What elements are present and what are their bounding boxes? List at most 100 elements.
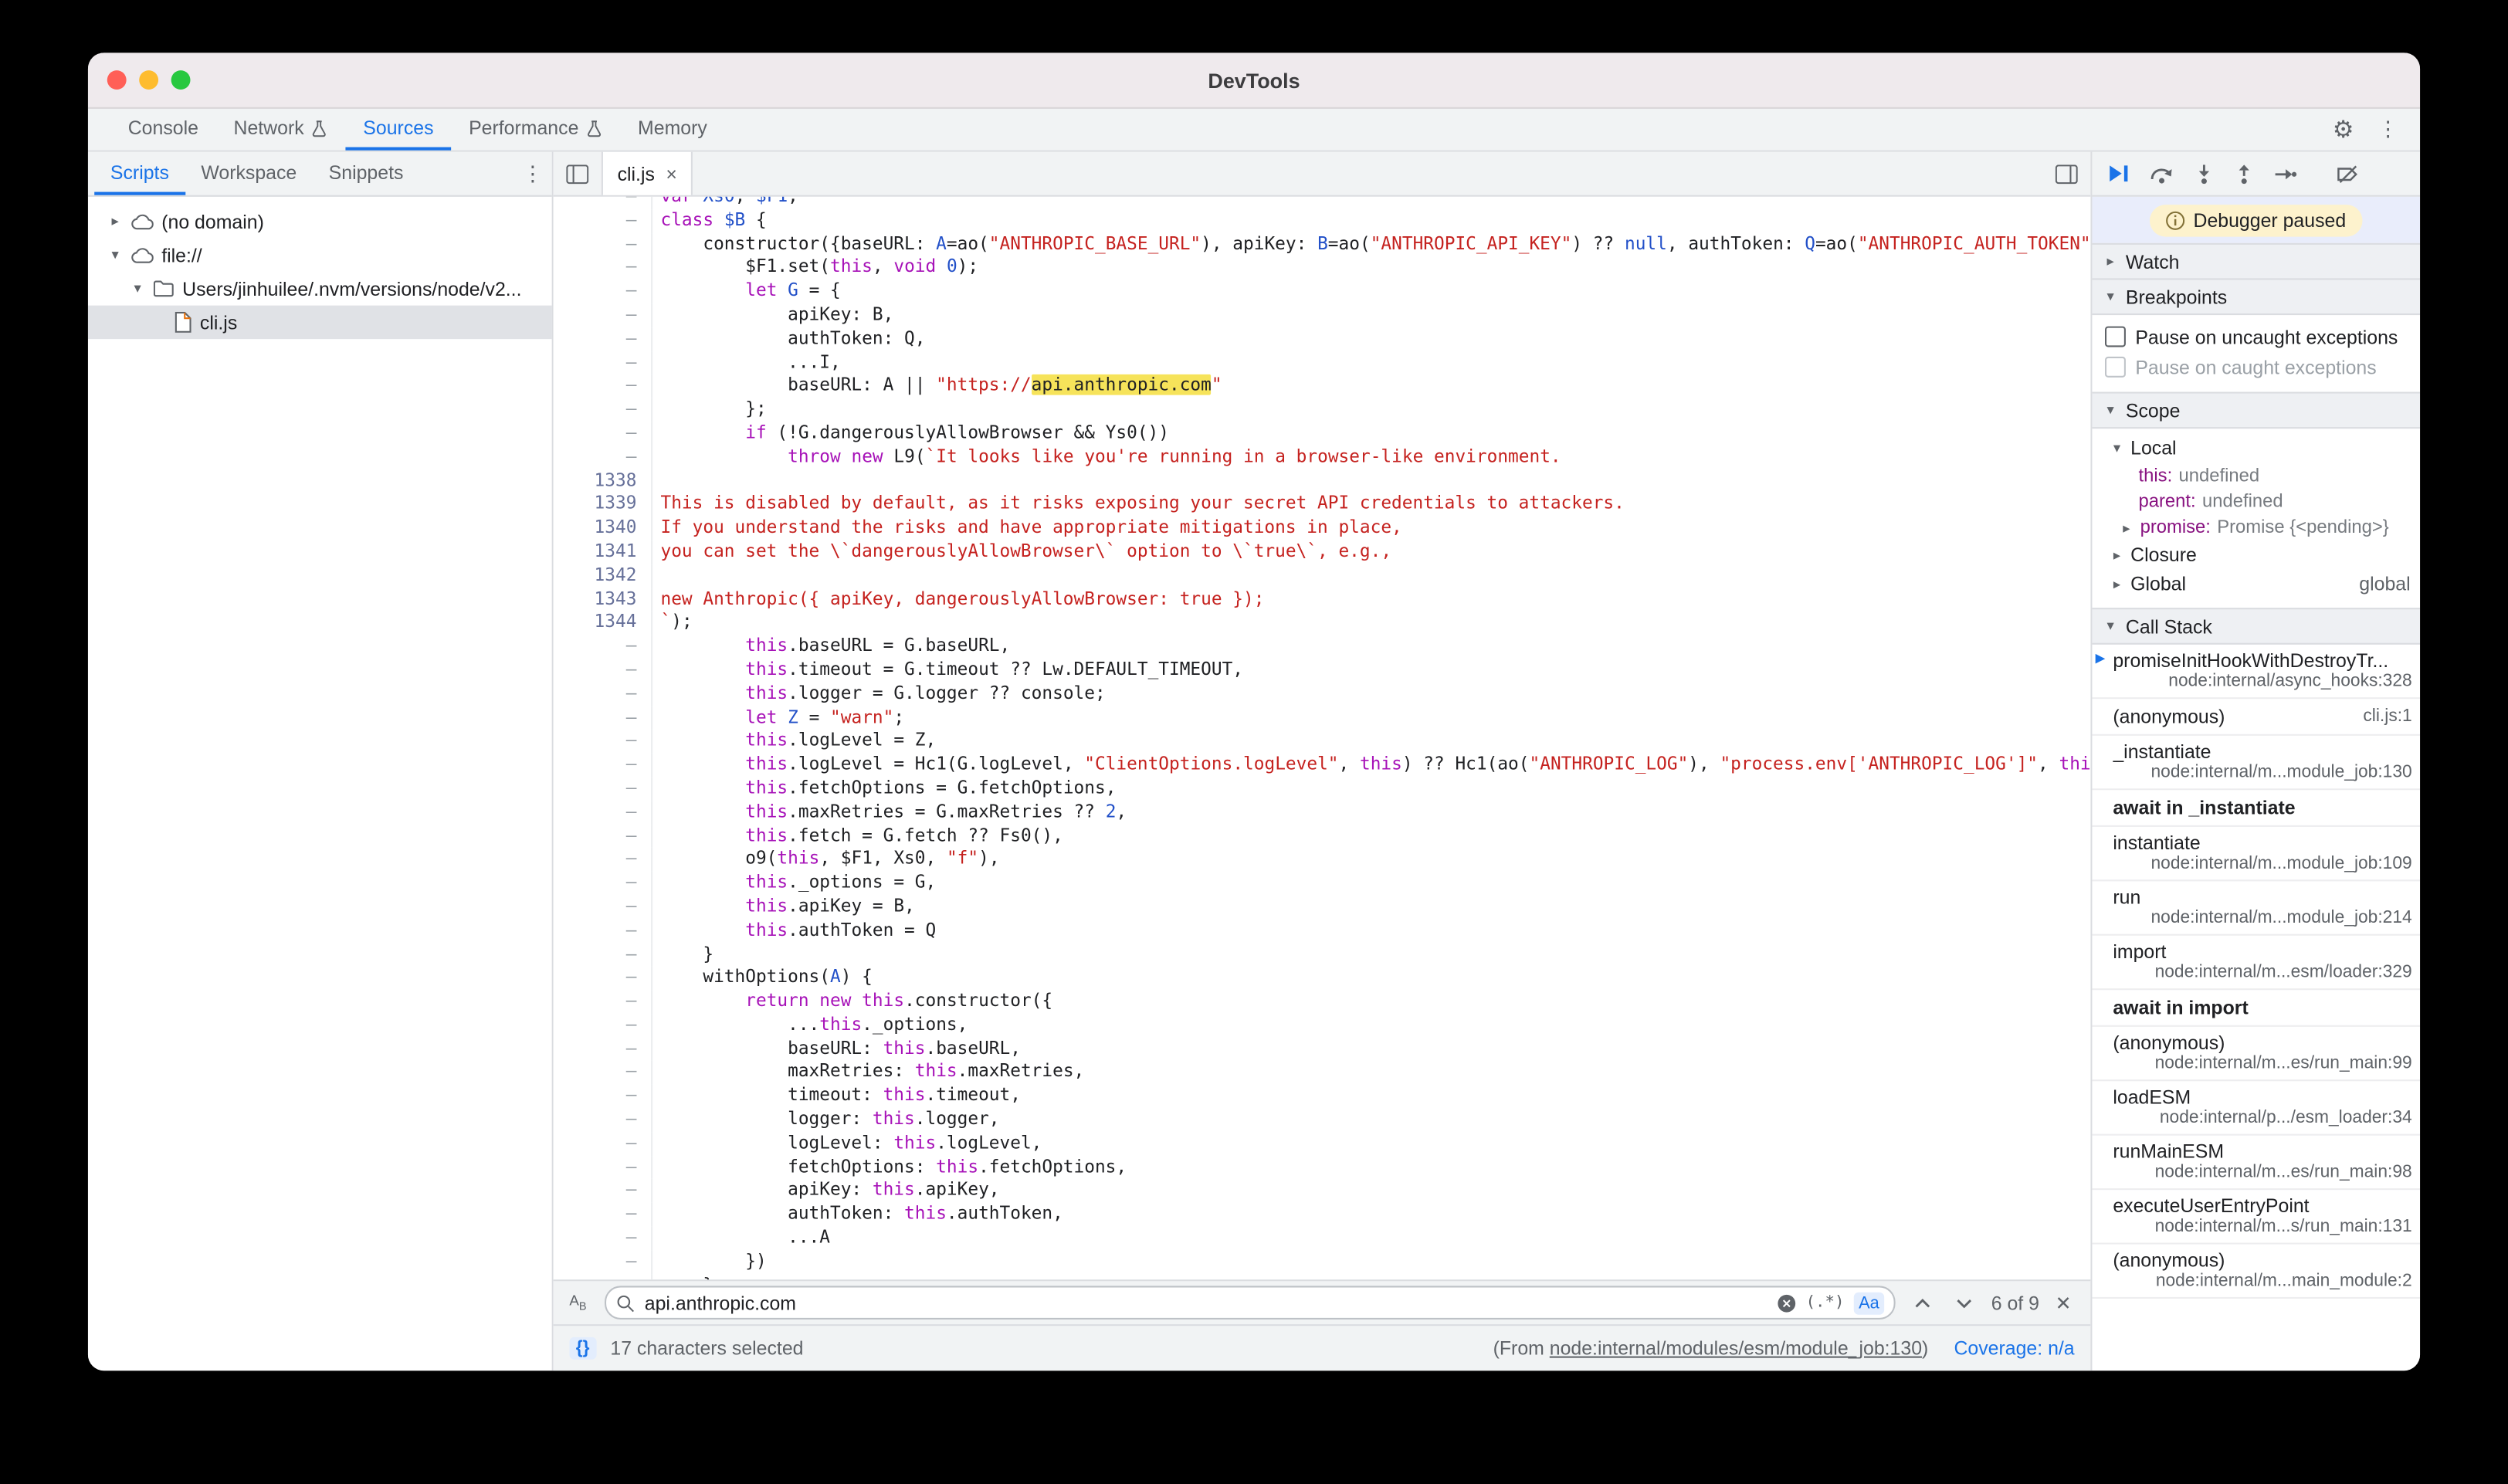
code-line[interactable]: – this.logger = G.logger ?? console;	[554, 683, 2091, 706]
previous-match-button[interactable]	[1908, 1289, 1937, 1317]
call-stack-frame[interactable]: (anonymous)node:internal/m...es/run_main…	[2092, 1027, 2420, 1081]
code-line-text[interactable]: maxRetries: this.maxRetries,	[652, 1061, 2090, 1085]
code-line-text[interactable]: new Anthropic({ apiKey, dangerouslyAllow…	[652, 588, 2090, 612]
line-number[interactable]: 1338	[554, 469, 652, 493]
code-line[interactable]: 1341you can set the \`dangerouslyAllowBr…	[554, 540, 2091, 564]
source-origin-link[interactable]: node:internal/modules/esm/module_job:130	[1550, 1337, 1922, 1360]
code-line[interactable]: – authToken: this.authToken,	[554, 1203, 2091, 1227]
code-line[interactable]: – }	[554, 1274, 2091, 1279]
frame-location-link[interactable]: node:internal/p.../esm_loader:34	[2113, 1109, 2411, 1130]
code-line-text[interactable]: return new this.constructor({	[652, 990, 2090, 1014]
settings-gear-icon[interactable]: ⚙	[2324, 112, 2363, 147]
code-line[interactable]: – };	[554, 398, 2091, 422]
code-line-text[interactable]: this.fetch = G.fetch ?? Fs0(),	[652, 825, 2090, 849]
line-number[interactable]: –	[554, 896, 652, 920]
line-number[interactable]: –	[554, 446, 652, 469]
code-line[interactable]: – constructor({baseURL: A=ao("ANTHROPIC_…	[554, 233, 2091, 257]
line-number[interactable]: –	[554, 778, 652, 801]
deactivate-breakpoints-icon[interactable]	[2337, 164, 2359, 183]
line-number[interactable]: 1342	[554, 564, 652, 588]
code-line[interactable]: – this.fetch = G.fetch ?? Fs0(),	[554, 825, 2091, 849]
code-line[interactable]: – this.apiKey = B,	[554, 896, 2091, 920]
line-number[interactable]: –	[554, 1038, 652, 1062]
call-stack-frame[interactable]: importnode:internal/m...esm/loader:329	[2092, 936, 2420, 990]
line-number[interactable]: –	[554, 1180, 652, 1204]
line-number[interactable]: –	[554, 754, 652, 778]
code-line-text[interactable]: o9(this, $F1, Xs0, "f"),	[652, 849, 2090, 872]
chevron-down-icon[interactable]: ▾	[130, 280, 146, 298]
section-breakpoints[interactable]: ▾ Breakpoints	[2092, 280, 2420, 316]
code-line[interactable]: – baseURL: this.baseURL,	[554, 1038, 2091, 1062]
search-mode-icon[interactable]: AB	[569, 1293, 591, 1313]
toggle-navigator-icon[interactable]	[554, 152, 602, 195]
line-number[interactable]: –	[554, 683, 652, 706]
code-line[interactable]: –var Xs0, $F1;	[554, 197, 2091, 209]
code-line[interactable]: – ...A	[554, 1227, 2091, 1251]
line-number[interactable]: –	[554, 1014, 652, 1038]
code-line-text[interactable]: this.timeout = G.timeout ?? Lw.DEFAULT_T…	[652, 659, 2090, 683]
line-number[interactable]: –	[554, 825, 652, 849]
line-number[interactable]: –	[554, 1274, 652, 1279]
code-line[interactable]: – this._options = G,	[554, 872, 2091, 896]
line-number[interactable]: –	[554, 659, 652, 683]
code-line[interactable]: – timeout: this.timeout,	[554, 1085, 2091, 1109]
section-watch[interactable]: ▸ Watch	[2092, 243, 2420, 280]
line-number[interactable]: –	[554, 872, 652, 896]
tab-snippets[interactable]: Snippets	[313, 152, 419, 195]
scope-closure-row[interactable]: ▸ Closure	[2092, 540, 2420, 569]
chevron-right-icon[interactable]: ▸	[107, 213, 124, 231]
code-line-text[interactable]: apiKey: B,	[652, 304, 2090, 328]
code-line[interactable]: – this.logLevel = Z,	[554, 730, 2091, 754]
code-line-text[interactable]: this.fetchOptions = G.fetchOptions,	[652, 778, 2090, 801]
pause-on-uncaught-row[interactable]: Pause on uncaught exceptions	[2092, 321, 2420, 351]
code-line[interactable]: – ...this._options,	[554, 1014, 2091, 1038]
call-stack-frame[interactable]: executeUserEntryPointnode:internal/m...s…	[2092, 1190, 2420, 1244]
coverage-link[interactable]: Coverage: n/a	[1954, 1337, 2074, 1360]
code-line-text[interactable]: let Z = "warn";	[652, 706, 2090, 730]
pause-caught-checkbox[interactable]	[2105, 357, 2126, 378]
code-line-text[interactable]: baseURL: A || "https://api.anthropic.com…	[652, 374, 2090, 398]
code-line-text[interactable]: this.logger = G.logger ?? console;	[652, 683, 2090, 706]
tree-item-cli-js[interactable]: cli.js	[88, 306, 552, 340]
frame-location-link[interactable]: node:internal/async_hooks:328	[2113, 672, 2411, 693]
code-line[interactable]: – this.baseURL = G.baseURL,	[554, 635, 2091, 659]
code-line-text[interactable]: withOptions(A) {	[652, 967, 2090, 991]
call-stack-frame[interactable]: (anonymous)cli.js:1	[2092, 699, 2420, 736]
tab-performance[interactable]: Performance	[451, 109, 620, 151]
code-line-text[interactable]: fetchOptions: this.fetchOptions,	[652, 1156, 2090, 1180]
code-line[interactable]: 1338	[554, 469, 2091, 493]
call-stack-frame[interactable]: (anonymous)node:internal/m...main_module…	[2092, 1245, 2420, 1299]
line-number[interactable]: 1341	[554, 540, 652, 564]
line-number[interactable]: –	[554, 280, 652, 304]
line-number[interactable]: –	[554, 256, 652, 280]
code-line-text[interactable]	[652, 564, 2090, 588]
frame-location-link[interactable]: node:internal/m...module_job:130	[2113, 763, 2411, 784]
chevron-down-icon[interactable]: ▾	[107, 246, 124, 264]
code-line[interactable]: – logger: this.logger,	[554, 1109, 2091, 1133]
pretty-print-toggle[interactable]: {}	[569, 1337, 595, 1360]
call-stack-frame[interactable]: promiseInitHookWithDestroyTr...node:inte…	[2092, 645, 2420, 699]
pause-on-caught-row[interactable]: Pause on caught exceptions	[2092, 352, 2420, 382]
tree-item-folder[interactable]: ▾ Users/jinhuilee/.nvm/versions/node/v2.…	[88, 272, 552, 306]
tab-memory[interactable]: Memory	[620, 109, 724, 151]
line-number[interactable]: –	[554, 635, 652, 659]
code-line[interactable]: – o9(this, $F1, Xs0, "f"),	[554, 849, 2091, 872]
line-number[interactable]: –	[554, 1085, 652, 1109]
code-line-text[interactable]: apiKey: this.apiKey,	[652, 1180, 2090, 1204]
scope-global-row[interactable]: ▸ Global global	[2092, 569, 2420, 598]
scope-var-this[interactable]: this: undefined	[2092, 464, 2420, 490]
code-line[interactable]: – return new this.constructor({	[554, 990, 2091, 1014]
line-number[interactable]: –	[554, 1251, 652, 1275]
code-line[interactable]: – apiKey: B,	[554, 304, 2091, 328]
line-number[interactable]: –	[554, 849, 652, 872]
tab-workspace[interactable]: Workspace	[185, 152, 313, 195]
tree-item-file-scheme[interactable]: ▾ file://	[88, 239, 552, 273]
code-line-text[interactable]: this.logLevel = Hc1(G.logLevel, "ClientO…	[652, 754, 2090, 778]
code-editor[interactable]: –var Xs0, $F1;–class $B {– constructor({…	[554, 197, 2091, 1279]
code-line-text[interactable]: })	[652, 1251, 2090, 1275]
line-number[interactable]: –	[554, 374, 652, 398]
code-line-text[interactable]	[652, 469, 2090, 493]
line-number[interactable]: –	[554, 1132, 652, 1156]
navigator-more-icon[interactable]: ⋮	[513, 152, 552, 195]
tab-console[interactable]: Console	[110, 109, 216, 151]
